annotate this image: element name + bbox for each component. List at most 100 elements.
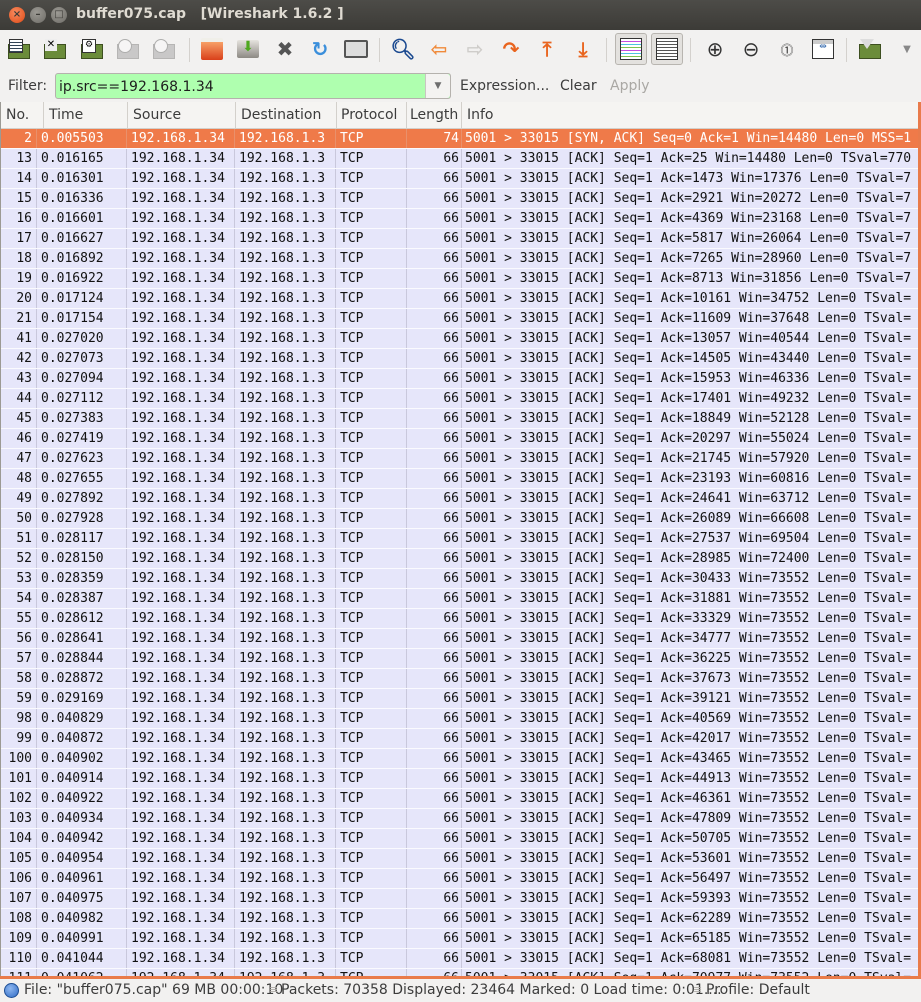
packet-row[interactable]: 49 0.027892 192.168.1.34 192.168.1.3 TCP 66 50… [1,489,921,509]
colorize-button[interactable] [615,33,647,65]
packet-row[interactable]: 19 0.016922 192.168.1.34 192.168.1.3 TCP 66 50… [1,269,921,289]
go-first-button[interactable]: ⤒ [534,36,560,62]
window-maximize-button[interactable]: □ [51,7,67,23]
packet-row[interactable]: 45 0.027383 192.168.1.34 192.168.1.3 TCP 66 50… [1,409,921,429]
open-button[interactable] [199,36,225,62]
window-minimize-button[interactable]: – [30,7,46,23]
packet-source: 192.168.1.34 [127,449,235,469]
packet-row[interactable]: 51 0.028117 192.168.1.34 192.168.1.3 TCP 66 50… [1,529,921,549]
column-header-destination[interactable]: Destination [236,102,337,128]
interfaces-button[interactable] [6,36,32,62]
packet-row[interactable]: 57 0.028844 192.168.1.34 192.168.1.3 TCP 66 50… [1,649,921,669]
capture-filter-icon [859,39,881,59]
zoom-out-button[interactable]: ⊖ [738,36,764,62]
restart-capture-button[interactable] [151,36,177,62]
packet-row[interactable]: 13 0.016165 192.168.1.34 192.168.1.3 TCP 66 50… [1,149,921,169]
packet-row[interactable]: 52 0.028150 192.168.1.34 192.168.1.3 TCP 66 50… [1,549,921,569]
packet-row[interactable]: 55 0.028612 192.168.1.34 192.168.1.3 TCP 66 50… [1,609,921,629]
save-button[interactable]: ⬇ [235,36,261,62]
auto-scroll-button[interactable] [651,33,683,65]
go-forward-button[interactable]: ⇨ [462,36,488,62]
column-header-protocol[interactable]: Protocol [337,102,407,128]
packet-row[interactable]: 102 0.040922 192.168.1.34 192.168.1.3 TCP 66 5… [1,789,921,809]
packet-info: 5001 > 33015 [ACK] Seq=1 Ack=28985 Win=7… [465,551,912,566]
packet-row[interactable]: 106 0.040961 192.168.1.34 192.168.1.3 TCP 66 5… [1,869,921,889]
stop-capture-icon [117,39,139,59]
packet-row[interactable]: 101 0.040914 192.168.1.34 192.168.1.3 TCP 66 5… [1,769,921,789]
packet-row[interactable]: 110 0.041044 192.168.1.34 192.168.1.3 TCP 66 5… [1,949,921,969]
apply-filter-button[interactable]: Apply [610,78,650,94]
go-last-button[interactable]: ⤓ [570,36,596,62]
status-profile[interactable]: Profile: Default [706,982,810,998]
packet-destination: 192.168.1.3 [235,169,336,189]
packet-row[interactable]: 17 0.016627 192.168.1.34 192.168.1.3 TCP 66 50… [1,229,921,249]
packet-row[interactable]: 15 0.016336 192.168.1.34 192.168.1.3 TCP 66 50… [1,189,921,209]
go-back-button[interactable]: ⇦ [426,36,452,62]
zoom-in-button[interactable]: ⊕ [702,36,728,62]
pane-grip-icon[interactable]: ≡ [269,983,278,996]
packet-destination: 192.168.1.3 [235,649,336,669]
packet-row[interactable]: 103 0.040934 192.168.1.34 192.168.1.3 TCP 66 5… [1,809,921,829]
packet-length: 66 [407,569,462,589]
packet-row[interactable]: 105 0.040954 192.168.1.34 192.168.1.3 TCP 66 5… [1,849,921,869]
packet-row-selected[interactable]: 2 0.005503 192.168.1.34 192.168.1.3 TCP 74 500… [1,129,921,149]
packet-row[interactable]: 108 0.040982 192.168.1.34 192.168.1.3 TCP 66 5… [1,909,921,929]
packet-row[interactable]: 47 0.027623 192.168.1.34 192.168.1.3 TCP 66 50… [1,449,921,469]
packet-row[interactable]: 42 0.027073 192.168.1.34 192.168.1.3 TCP 66 50… [1,349,921,369]
reload-button[interactable]: ↻ [307,36,333,62]
expression-button[interactable]: Expression... [460,78,549,94]
display-filter-input[interactable] [56,74,431,100]
stop-capture-button[interactable] [115,36,141,62]
packet-row[interactable]: 21 0.017154 192.168.1.34 192.168.1.3 TCP 66 50… [1,309,921,329]
packet-row[interactable]: 53 0.028359 192.168.1.34 192.168.1.3 TCP 66 50… [1,569,921,589]
start-capture-button[interactable]: ⚙ [79,36,105,62]
packet-source: 192.168.1.34 [127,309,235,329]
packet-row[interactable]: 44 0.027112 192.168.1.34 192.168.1.3 TCP 66 50… [1,389,921,409]
column-header-time[interactable]: Time [44,102,128,128]
packet-row[interactable]: 46 0.027419 192.168.1.34 192.168.1.3 TCP 66 50… [1,429,921,449]
packet-row[interactable]: 99 0.040872 192.168.1.34 192.168.1.3 TCP 66 50… [1,729,921,749]
window-close-button[interactable]: × [9,7,25,23]
packet-row[interactable]: 56 0.028641 192.168.1.34 192.168.1.3 TCP 66 50… [1,629,921,649]
column-header-length[interactable]: Length [407,102,462,128]
packet-row[interactable]: 41 0.027020 192.168.1.34 192.168.1.3 TCP 66 50… [1,329,921,349]
pane-grip-icon[interactable]: ≡ [693,983,702,996]
packet-row[interactable]: 43 0.027094 192.168.1.34 192.168.1.3 TCP 66 50… [1,369,921,389]
go-to-packet-button[interactable]: ↷ [498,36,524,62]
packet-row[interactable]: 104 0.040942 192.168.1.34 192.168.1.3 TCP 66 5… [1,829,921,849]
packet-row[interactable]: 50 0.027928 192.168.1.34 192.168.1.3 TCP 66 50… [1,509,921,529]
packet-row[interactable]: 109 0.040991 192.168.1.34 192.168.1.3 TCP 66 5… [1,929,921,949]
filter-history-dropdown[interactable]: ▼ [425,74,450,98]
packet-row[interactable]: 100 0.040902 192.168.1.34 192.168.1.3 TCP 66 5… [1,749,921,769]
packet-number: 2 [1,129,37,149]
packet-row[interactable]: 98 0.040829 192.168.1.34 192.168.1.3 TCP 66 50… [1,709,921,729]
display-filter-combobox[interactable]: ▼ [55,73,451,100]
column-header-source[interactable]: Source [128,102,236,128]
find-packet-button[interactable]: 🔍︎ [390,36,416,62]
packet-row[interactable]: 1110.041062192.168.1.34192.168.1.3TCP665… [1,969,921,976]
packet-length: 66 [407,209,462,229]
column-header-no[interactable]: No. [1,102,44,128]
toolbar-overflow-button[interactable]: ▼ [894,36,920,62]
close-file-button[interactable]: ✖ [272,36,298,62]
packet-row[interactable]: 59 0.029169 192.168.1.34 192.168.1.3 TCP 66 50… [1,689,921,709]
packet-time: 0.027928 [37,509,127,529]
packet-row[interactable]: 54 0.028387 192.168.1.34 192.168.1.3 TCP 66 50… [1,589,921,609]
packet-row[interactable]: 107 0.040975 192.168.1.34 192.168.1.3 TCP 66 5… [1,889,921,909]
packet-list[interactable]: No. Time Source Destination Protocol Len… [0,102,921,976]
packet-row[interactable]: 14 0.016301 192.168.1.34 192.168.1.3 TCP 66 50… [1,169,921,189]
capture-options-button[interactable]: ✕ [42,36,68,62]
clear-filter-button[interactable]: Clear [560,78,597,94]
column-header-info[interactable]: Info [462,102,921,128]
packet-row[interactable]: 20 0.017124 192.168.1.34 192.168.1.3 TCP 66 50… [1,289,921,309]
zoom-normal-button[interactable]: ⓵ [774,36,800,62]
packet-row[interactable]: 48 0.027655 192.168.1.34 192.168.1.3 TCP 66 50… [1,469,921,489]
packet-row[interactable]: 16 0.016601 192.168.1.34 192.168.1.3 TCP 66 50… [1,209,921,229]
expert-info-icon[interactable] [4,983,19,998]
capture-filters-button[interactable] [857,36,883,62]
print-icon [344,40,368,58]
packet-row[interactable]: 18 0.016892 192.168.1.34 192.168.1.3 TCP 66 50… [1,249,921,269]
packet-row[interactable]: 58 0.028872 192.168.1.34 192.168.1.3 TCP 66 50… [1,669,921,689]
print-button[interactable] [343,36,369,62]
resize-columns-button[interactable]: ⇹ [810,36,836,62]
